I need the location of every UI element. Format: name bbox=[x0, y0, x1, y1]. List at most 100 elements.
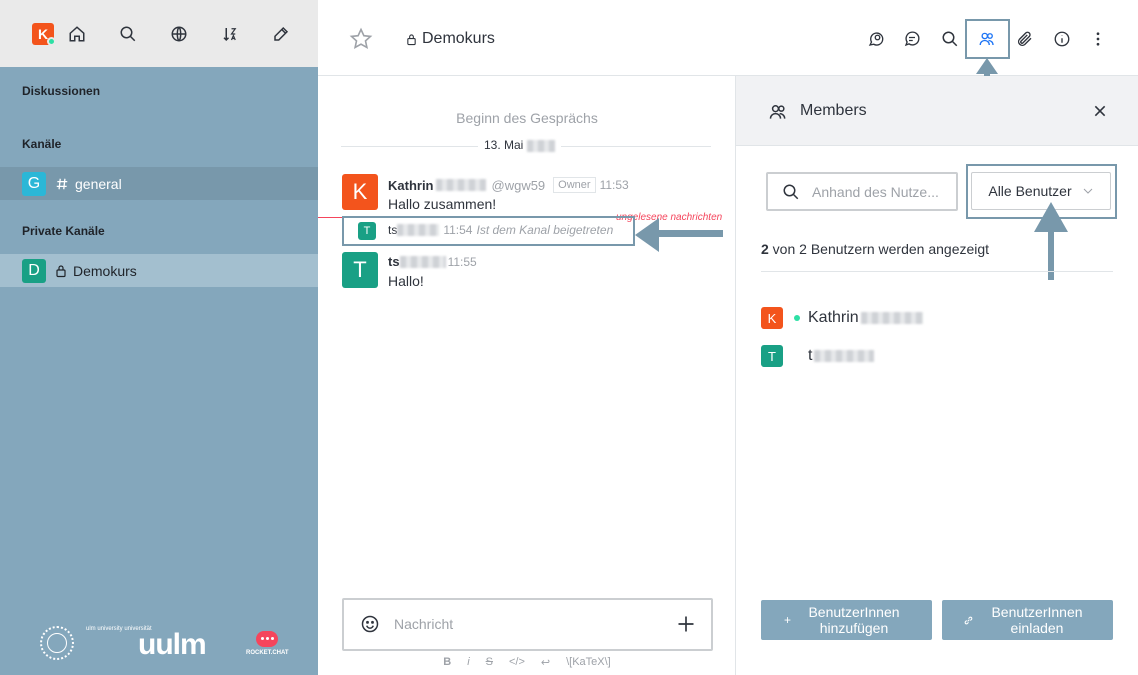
member-count-text: von 2 Benutzern werden angezeigt bbox=[768, 241, 990, 257]
add-users-button[interactable]: + BenutzerInnen hinzufügen bbox=[761, 600, 932, 640]
italic-button[interactable]: i bbox=[467, 656, 469, 669]
member-search-placeholder: Anhand des Nutze... bbox=[812, 184, 939, 200]
rocketchat-bubble-icon bbox=[256, 630, 279, 647]
message-header: Kathrin @wgw59 Owner 11:53 bbox=[388, 177, 629, 193]
message-username[interactable]: @wgw59 bbox=[492, 178, 546, 193]
message-avatar[interactable]: T bbox=[358, 222, 376, 240]
room-avatar: D bbox=[22, 258, 46, 283]
rocketchat-logo: ROCKET.CHAT bbox=[246, 630, 289, 656]
uulm-logo: ulm university universität uulm bbox=[82, 626, 212, 661]
online-status-icon bbox=[47, 37, 56, 46]
members-panel-header: Members bbox=[736, 76, 1138, 146]
main-area: Demokurs Beginn des Gesprächs 13. Mai K … bbox=[318, 0, 1138, 675]
uulm-logo-text: uulm bbox=[138, 628, 207, 661]
kebab-menu-icon[interactable] bbox=[1087, 28, 1109, 50]
attachment-icon[interactable] bbox=[1014, 28, 1036, 50]
sidebar: K Diskussionen Kanäle G general Private … bbox=[0, 0, 318, 675]
member-filter-value: Alle Benutzer bbox=[988, 183, 1072, 199]
members-panel: Members Anhand des Nutze... Alle Benutze… bbox=[736, 76, 1138, 675]
invite-users-label: BenutzerInnen einladen bbox=[991, 604, 1083, 636]
message-avatar-initial: K bbox=[352, 179, 368, 204]
section-discussions[interactable]: Diskussionen bbox=[22, 84, 100, 98]
close-icon[interactable] bbox=[1092, 103, 1108, 124]
room-avatar: G bbox=[22, 171, 46, 196]
home-icon[interactable] bbox=[66, 23, 88, 45]
room-title-text: Demokurs bbox=[422, 30, 495, 47]
discussion-icon[interactable] bbox=[865, 28, 887, 50]
favorite-star-icon[interactable] bbox=[349, 27, 373, 56]
sidebar-footer-logos: ulm university universität uulm ROCKET.C… bbox=[40, 626, 289, 661]
member-item[interactable]: K Kathrin bbox=[761, 307, 923, 329]
format-toolbar: B i S </> ↩ \[KaTeX\] bbox=[318, 656, 736, 669]
chat-area: Beginn des Gesprächs 13. Mai K Kathrin @… bbox=[318, 76, 736, 675]
search-icon[interactable] bbox=[117, 23, 139, 45]
owner-badge: Owner bbox=[553, 177, 596, 193]
link-icon bbox=[963, 615, 974, 626]
message-avatar[interactable]: K bbox=[342, 174, 378, 210]
system-message: ts 11:54 Ist dem Kanal beigetreten bbox=[388, 223, 613, 237]
message-time: 11:55 bbox=[447, 254, 477, 269]
message-author[interactable]: ts bbox=[388, 254, 400, 269]
invite-users-button[interactable]: BenutzerInnen einladen bbox=[942, 600, 1113, 640]
strike-button[interactable]: S bbox=[486, 656, 493, 669]
message-header: ts 11:55 bbox=[388, 254, 477, 269]
code-button[interactable]: </> bbox=[509, 656, 525, 669]
message-avatar-initial: T bbox=[353, 257, 367, 282]
message-input[interactable]: Nachricht bbox=[394, 616, 453, 632]
message-avatar[interactable]: T bbox=[342, 252, 378, 288]
member-count: 2 von 2 Benutzern werden angezeigt bbox=[761, 241, 989, 257]
member-avatar-initial: K bbox=[767, 310, 777, 326]
date-label: 13. Mai bbox=[478, 138, 561, 152]
section-channels: Kanäle bbox=[22, 137, 62, 151]
katex-button[interactable]: \[KaTeX\] bbox=[566, 656, 611, 669]
room-avatar-initial: D bbox=[28, 261, 40, 279]
member-avatar-initial: T bbox=[768, 348, 776, 364]
room-header: Demokurs bbox=[318, 0, 1138, 108]
divider bbox=[761, 271, 1113, 272]
hashtag-icon bbox=[55, 177, 69, 191]
message-text: Ist dem Kanal beigetreten bbox=[476, 223, 614, 237]
plus-icon: + bbox=[783, 613, 791, 627]
message-composer[interactable]: Nachricht bbox=[342, 598, 713, 651]
info-icon[interactable] bbox=[1051, 28, 1073, 50]
message-avatar-initial: T bbox=[363, 225, 371, 237]
plus-icon[interactable] bbox=[676, 614, 696, 639]
sidebar-item-label: Demokurs bbox=[73, 262, 137, 279]
members-panel-title: Members bbox=[800, 102, 867, 119]
annotation-arrow-up bbox=[1034, 202, 1068, 280]
members-button-highlight bbox=[965, 19, 1010, 59]
room-search-icon[interactable] bbox=[939, 28, 961, 50]
member-search-input[interactable]: Anhand des Nutze... bbox=[766, 172, 958, 211]
member-avatar: T bbox=[761, 345, 783, 367]
search-icon bbox=[782, 183, 800, 206]
directory-globe-icon[interactable] bbox=[168, 23, 190, 45]
member-count-number: 2 bbox=[761, 241, 769, 257]
message-text: Hallo zusammen! bbox=[388, 196, 497, 212]
multiline-button[interactable]: ↩ bbox=[541, 656, 550, 669]
app-window: K Diskussionen Kanäle G general Private … bbox=[0, 0, 1138, 675]
rocketchat-logo-text: ROCKET.CHAT bbox=[246, 649, 289, 656]
conversation-start-label: Beginn des Gesprächs bbox=[456, 110, 598, 126]
section-private-channels: Private Kanäle bbox=[22, 224, 105, 238]
sidebar-item-demokurs[interactable]: D Demokurs bbox=[0, 254, 318, 287]
message-author[interactable]: ts bbox=[388, 223, 397, 237]
sidebar-item-general[interactable]: G general bbox=[0, 167, 318, 200]
message-time: 11:54 bbox=[443, 223, 473, 237]
lock-icon bbox=[55, 264, 67, 278]
bold-button[interactable]: B bbox=[443, 656, 451, 669]
annotation-arrow-left bbox=[635, 218, 723, 252]
message-author[interactable]: Kathrin bbox=[388, 178, 434, 193]
add-users-label: BenutzerInnen hinzufügen bbox=[808, 604, 900, 636]
member-avatar: K bbox=[761, 307, 783, 329]
create-new-icon[interactable] bbox=[270, 23, 292, 45]
sort-icon[interactable] bbox=[219, 23, 241, 45]
member-item[interactable]: T t bbox=[761, 345, 875, 367]
members-icon bbox=[768, 102, 788, 127]
room-title: Demokurs bbox=[406, 30, 495, 48]
lock-icon bbox=[406, 33, 417, 46]
emoji-icon[interactable] bbox=[360, 614, 380, 639]
sidebar-item-label: general bbox=[75, 175, 122, 192]
threads-icon[interactable] bbox=[901, 28, 923, 50]
sidebar-toolbar: K bbox=[0, 0, 318, 67]
message-time: 11:53 bbox=[599, 178, 629, 192]
